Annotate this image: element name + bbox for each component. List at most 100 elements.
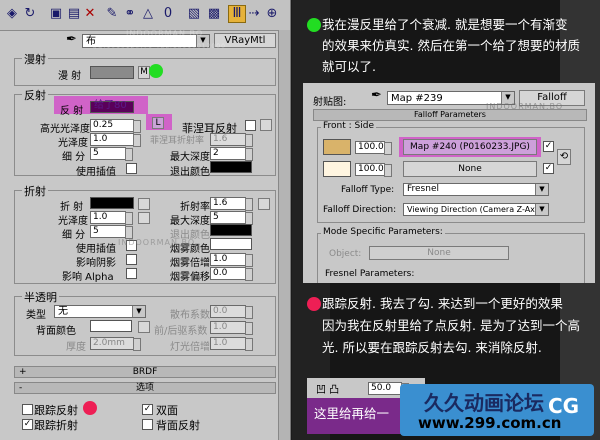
reflect-exit-color-swatch[interactable] (210, 161, 252, 173)
reflect-interp-checkbox[interactable] (126, 163, 137, 174)
trace-reflect-checkbox[interactable] (22, 404, 33, 415)
refract-map-button[interactable] (138, 198, 150, 210)
forum-logo-url: www.299.com.cn (418, 414, 562, 432)
refract-max-depth-spinner[interactable]: 5 (210, 211, 253, 225)
back-color-map-button[interactable] (138, 321, 150, 333)
refract-gloss-label: 光泽度 (58, 216, 88, 227)
hilight-gloss-spinner[interactable]: 0.25 (90, 119, 141, 133)
watermark-brand-2: INDOORMAN.BO (118, 238, 196, 247)
note-2-line-2: 因为我在反射里给了点反射. 是为了达到一个高 (322, 318, 580, 333)
fog-bias-spinner[interactable]: 0.0 (210, 267, 253, 281)
translucency-type-dropdown[interactable]: 无 ▼ (54, 305, 146, 318)
bump-amount-spinner[interactable]: 50.0 (368, 382, 409, 396)
affect-alpha-checkbox[interactable] (126, 268, 137, 279)
diffuse-color-swatch[interactable] (90, 66, 134, 79)
falloff-dialog: 射贴图: ✒ Map #239 ▼ Falloff Falloff Parame… (303, 83, 595, 283)
reflect-interp-label: 使用插值 (76, 167, 116, 178)
double-sided-checkbox[interactable]: ✓ (142, 404, 153, 415)
watermark-phone: QQ:1010120(79 TEL:13910012000 (92, 43, 226, 50)
refract-color-swatch[interactable] (90, 197, 134, 209)
fresnel-checkbox[interactable] (245, 120, 256, 131)
side-color-swatch[interactable] (323, 161, 351, 177)
fresnel-ior-label: 菲涅耳折射率 (150, 136, 205, 146)
refract-ior-map-button[interactable] (258, 198, 270, 210)
go-to-parent-icon[interactable]: △ (140, 6, 156, 22)
chevron-down-icon[interactable]: ▼ (535, 184, 548, 195)
copy-material-icon[interactable]: ✎ (104, 6, 120, 22)
unique-icon[interactable]: ⚭ (122, 6, 138, 22)
reflect-subdivs-spinner[interactable]: 5 (90, 147, 133, 161)
side-map-checkbox[interactable]: ✓ (543, 163, 554, 174)
forum-logo: 久久动画论坛 www.299.com.cn CG (400, 384, 594, 436)
falloff-type-dropdown[interactable]: Fresnel ▼ (403, 183, 549, 196)
pick-material-icon[interactable]: ⊕ (264, 6, 280, 22)
trace-refract-checkbox[interactable]: ✓ (22, 419, 33, 430)
front-color-swatch[interactable] (323, 139, 351, 155)
forum-logo-cg: CG (548, 394, 580, 418)
put-material-icon[interactable]: ↻ (22, 6, 38, 22)
back-color-swatch[interactable] (90, 320, 132, 332)
assign-material-icon[interactable]: ▣ (48, 6, 64, 22)
material-effects-channel-icon[interactable]: 0 (160, 6, 176, 22)
fwd-bwd-coeff-spinner[interactable]: 1.0 (210, 321, 253, 335)
falloff-type-label: Falloff Type: (341, 185, 395, 195)
light-mult-spinner[interactable]: 1.0 (210, 337, 253, 351)
fog-mult-label: 烟雾倍增 (170, 258, 210, 269)
front-map-button[interactable]: Map #240 (P0160233.JPG) (403, 139, 537, 155)
refract-interp-label: 使用插值 (76, 244, 116, 255)
object-button[interactable]: None (369, 246, 509, 260)
chevron-down-icon[interactable]: ▼ (535, 204, 548, 215)
double-sided-label: 双面 (156, 404, 178, 417)
falloff-direction-dropdown[interactable]: Viewing Direction (Camera Z-Axis) ▼ (403, 203, 549, 216)
front-amount-spinner[interactable]: 100.0 (355, 141, 392, 155)
fresnel-ior-spinner[interactable]: 1.6 (210, 133, 253, 147)
scatter-coeff-spinner[interactable]: 0.0 (210, 305, 253, 319)
reflect-exit-color-label: 退出颜色 (170, 167, 210, 178)
reflect-gloss-label: 光泽度 (58, 138, 88, 149)
hilight-gloss-label: 高光光泽度 (40, 124, 90, 135)
side-amount-spinner[interactable]: 100.0 (355, 163, 392, 177)
panel-scrollbar[interactable] (278, 30, 290, 440)
watermark-brand: INDOORMAN.BO (126, 29, 204, 38)
get-material-icon[interactable]: ◈ (4, 6, 20, 22)
refract-ior-spinner[interactable]: 1.6 (210, 197, 253, 211)
fwd-bwd-coeff-label: 前/后驱系数 (154, 326, 208, 337)
refract-gloss-map-button[interactable] (138, 212, 150, 224)
thickness-spinner[interactable]: 2.0mm (90, 337, 141, 351)
lock-button[interactable]: L (152, 117, 164, 129)
refract-gloss-spinner[interactable]: 1.0 (90, 211, 133, 225)
refract-subdivs-spinner[interactable]: 5 (90, 225, 133, 239)
scatter-coeff-label: 散布系数 (170, 310, 210, 321)
reflect-subdivs-label: 细 分 (62, 152, 86, 163)
watermark-brand-3: INDOORMAN.BO (486, 102, 564, 111)
front-side-label: Front : Side (321, 121, 376, 131)
red-marker-dot (83, 401, 97, 415)
put-library-icon[interactable]: ▤ (66, 6, 82, 22)
chevron-down-icon[interactable]: ▼ (132, 306, 145, 317)
go-forward-icon[interactable]: ⇢ (246, 6, 262, 22)
refract-exit-color-swatch[interactable] (210, 224, 252, 236)
fog-mult-spinner[interactable]: 1.0 (210, 253, 253, 267)
show-end-result-icon[interactable]: ▧ (186, 6, 202, 22)
reset-icon[interactable]: ✕ (82, 6, 98, 22)
affect-shadows-checkbox[interactable] (126, 254, 137, 265)
brdf-rollout[interactable]: + BRDF (14, 366, 276, 378)
trace-refract-label: 跟踪折射 (34, 419, 78, 432)
pick-eyedropper-icon[interactable]: ✒ (66, 32, 77, 47)
swap-colors-icon[interactable]: ⟲ (557, 149, 571, 165)
background-icon[interactable]: ▩ (206, 6, 222, 22)
forum-logo-title: 久久动画论坛 (424, 391, 544, 415)
eyedropper-icon[interactable]: ✒ (371, 88, 382, 103)
side-map-button[interactable]: None (403, 161, 537, 177)
reflect-gloss-spinner[interactable]: 1.0 (90, 133, 141, 147)
show-map-icon[interactable]: Ⅲ (228, 5, 246, 23)
fresnel-map-button[interactable] (260, 119, 272, 131)
falloff-direction-value: Viewing Direction (Camera Z-Axis) (407, 205, 545, 214)
brdf-expand-sign: + (19, 367, 27, 377)
green-note-dot (307, 18, 321, 32)
back-reflect-checkbox[interactable] (142, 419, 153, 430)
front-map-checkbox[interactable]: ✓ (543, 141, 554, 152)
fog-color-swatch[interactable] (210, 238, 252, 250)
options-rollout[interactable]: - 选项 (14, 382, 276, 394)
reflect-max-depth-spinner[interactable]: 2 (210, 147, 253, 161)
